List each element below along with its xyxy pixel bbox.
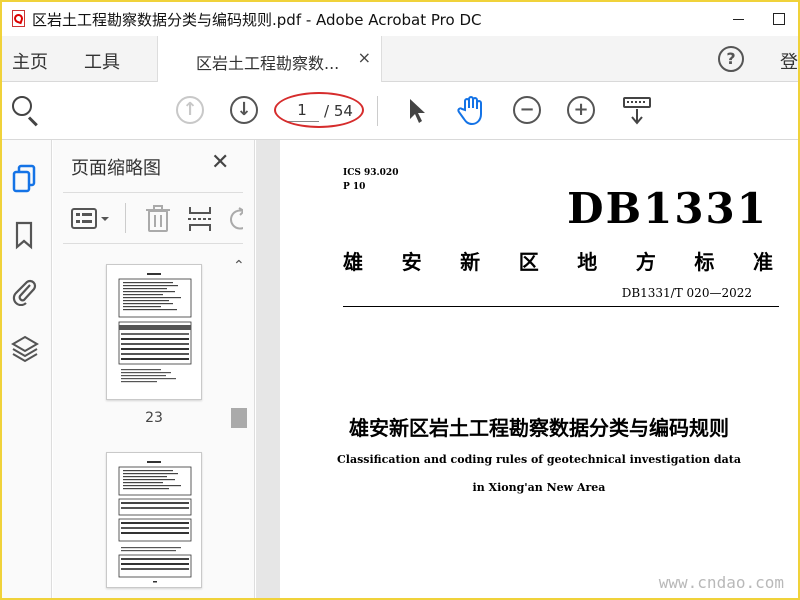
site-watermark: www.cndao.com: [658, 573, 784, 592]
red-annotation-ellipse: [274, 92, 364, 128]
bookmarks-icon[interactable]: [10, 220, 40, 254]
maximize-button[interactable]: [758, 2, 798, 36]
thumbnail-page-label: 23: [145, 410, 163, 426]
hand-tool-icon[interactable]: [456, 94, 488, 130]
local-standard-char: 准: [752, 250, 773, 274]
local-standard-char: 标: [694, 250, 715, 274]
pdf-page: ICS 93.020 P 10 DB1331 雄 安 新 区 地 方 标 准 D…: [280, 140, 798, 598]
select-cursor-icon[interactable]: [407, 97, 429, 129]
thumbnails-panel: 页面缩略图 ✕ 23 ⌃: [53, 140, 255, 598]
document-tab-label: 区岩土工程勘察数...: [196, 54, 340, 73]
rotate-page-icon[interactable]: [229, 207, 243, 231]
panel-title: 页面缩略图: [71, 158, 161, 179]
panel-toolbar-divider: [125, 203, 126, 233]
document-title-en-line2: in Xiong'an New Area: [472, 481, 606, 494]
window-controls: [718, 2, 798, 36]
tab-home[interactable]: 主页: [12, 48, 48, 74]
title-bar: 区岩土工程勘察数据分类与编码规则.pdf - Adobe Acrobat Pro…: [2, 2, 798, 36]
extract-page-icon[interactable]: [187, 205, 213, 237]
page-thumbnail[interactable]: [106, 264, 202, 400]
local-standard-heading: 雄 安 新 区 地 方 标 准: [343, 246, 773, 275]
local-standard-char: 安: [401, 250, 422, 274]
scroll-up-icon[interactable]: ⌃: [233, 258, 245, 274]
previous-page-icon[interactable]: ↑: [176, 96, 204, 124]
sign-in-link[interactable]: 登: [780, 48, 798, 74]
window-title: 区岩土工程勘察数据分类与编码规则.pdf - Adobe Acrobat Pro…: [32, 10, 482, 29]
tab-document[interactable]: 区岩土工程勘察数... ×: [157, 36, 382, 82]
next-page-icon[interactable]: ↓: [230, 96, 258, 124]
thumbnail-options-icon[interactable]: [71, 207, 113, 235]
navigation-rail: [2, 140, 52, 598]
p-code: P 10: [343, 182, 366, 192]
zoom-in-icon[interactable]: +: [567, 96, 595, 124]
tab-tools[interactable]: 工具: [84, 48, 120, 74]
acrobat-logo-icon: [10, 10, 28, 28]
local-standard-char: 区: [518, 250, 539, 274]
local-standard-char: 雄: [343, 250, 363, 274]
minimize-button[interactable]: [718, 2, 758, 36]
db-code: DB1331: [567, 184, 768, 233]
toolbar: ↑ ↓ 1 / 54 − +: [2, 82, 798, 140]
close-panel-icon[interactable]: ✕: [211, 150, 229, 175]
thumbnail-scrollbar[interactable]: ⌃: [231, 252, 247, 598]
zoom-out-icon[interactable]: −: [513, 96, 541, 124]
delete-page-icon[interactable]: [145, 205, 171, 237]
scrollbar-thumb[interactable]: [231, 408, 247, 428]
document-viewer: ICS 93.020 P 10 DB1331 雄 安 新 区 地 方 标 准 D…: [256, 140, 798, 598]
ics-code: ICS 93.020: [343, 168, 399, 178]
close-tab-icon[interactable]: ×: [358, 48, 371, 67]
scroll-mode-icon[interactable]: [622, 96, 652, 130]
horizontal-rule: [343, 306, 779, 307]
toolbar-divider: [377, 96, 378, 126]
page-thumbnail[interactable]: [106, 452, 202, 588]
local-standard-char: 方: [635, 250, 656, 274]
local-standard-char: 地: [577, 250, 598, 274]
panel-toolbar: [63, 192, 243, 244]
attachments-icon[interactable]: [10, 276, 40, 310]
search-icon[interactable]: [12, 96, 42, 127]
document-title-cn: 雄安新区岩土工程勘察数据分类与编码规则: [349, 416, 729, 440]
local-standard-char: 新: [460, 250, 481, 274]
layers-icon[interactable]: [10, 334, 40, 368]
acrobat-window: 区岩土工程勘察数据分类与编码规则.pdf - Adobe Acrobat Pro…: [2, 2, 798, 598]
document-title-en-line1: Classification and coding rules of geote…: [337, 453, 741, 466]
tab-bar: 主页 工具 区岩土工程勘察数... × ? 登: [2, 36, 798, 82]
standard-number: DB1331/T 020—2022: [621, 286, 752, 300]
page-thumbnails-icon[interactable]: [10, 164, 40, 198]
help-icon[interactable]: ?: [718, 46, 744, 72]
